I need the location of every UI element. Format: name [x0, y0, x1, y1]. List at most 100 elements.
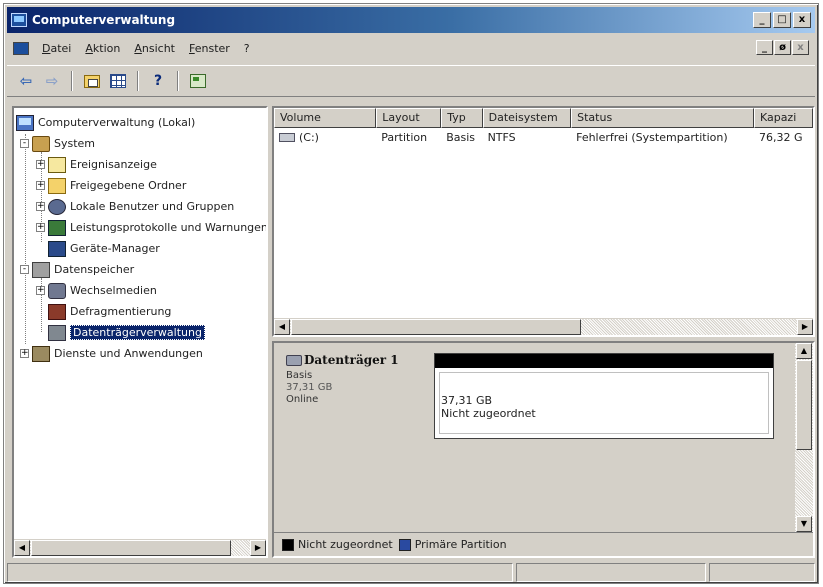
- tree-item[interactable]: + Dienste und Anwendungen: [14, 343, 266, 364]
- disk-vertical-scrollbar[interactable]: ▲ ▼: [795, 343, 813, 532]
- volume-list-pane[interactable]: Volume Layout Typ Dateisystem Status Kap…: [272, 106, 815, 337]
- expand-icon[interactable]: +: [20, 349, 29, 358]
- expand-icon[interactable]: +: [36, 286, 45, 295]
- status-bar: [7, 563, 815, 583]
- disk-graphical-pane[interactable]: Datenträger 1 Basis 37,31 GB Online 37,3…: [272, 341, 815, 558]
- filesystem-cell: NTFS: [487, 130, 516, 144]
- console-tree-icon: [110, 74, 126, 88]
- scroll-thumb[interactable]: [291, 319, 581, 335]
- up-folder-button[interactable]: [81, 70, 103, 92]
- scroll-thumb[interactable]: [796, 360, 812, 450]
- column-typ[interactable]: Typ: [441, 108, 483, 128]
- tree-item-label: Wechselmedien: [70, 284, 157, 297]
- disk-size: 37,31 GB: [286, 382, 333, 393]
- tree-item-label: Dienste und Anwendungen: [54, 347, 203, 360]
- mdi-restore-button[interactable]: ø: [774, 40, 791, 55]
- tree-item[interactable]: + Lokale Benutzer und Gruppen: [14, 196, 266, 217]
- mdi-minimize-button[interactable]: _: [756, 40, 773, 55]
- layout-cell: Partition: [381, 130, 428, 144]
- expand-icon[interactable]: +: [36, 160, 45, 169]
- tree-item[interactable]: - System: [14, 133, 266, 154]
- column-layout[interactable]: Layout: [376, 108, 442, 128]
- menu-datei[interactable]: Datei: [35, 42, 78, 55]
- window-title: Computerverwaltung: [32, 13, 176, 27]
- unallocated-volume-box[interactable]: 37,31 GB Nicht zugeordnet: [434, 353, 774, 439]
- expand-icon[interactable]: +: [36, 181, 45, 190]
- menu-ansicht[interactable]: Ansicht: [127, 42, 182, 55]
- toolbar: ⇦ ⇨ ?: [7, 65, 815, 97]
- tree-item[interactable]: Defragmentierung: [14, 301, 266, 322]
- tree-horizontal-scrollbar[interactable]: ◀ ▶: [14, 539, 266, 556]
- scroll-right-button[interactable]: ▶: [797, 319, 813, 335]
- scroll-up-button[interactable]: ▲: [796, 343, 812, 359]
- tree-item-label: Datenträgerverwaltung: [70, 325, 205, 340]
- tree-item[interactable]: + Wechselmedien: [14, 280, 266, 301]
- legend-label-unallocated: Nicht zugeordnet: [298, 538, 393, 551]
- back-arrow-icon[interactable]: ⇦: [15, 70, 37, 92]
- column-kapazitaet[interactable]: Kapazi: [753, 108, 813, 128]
- disk-state: Online: [286, 394, 319, 405]
- mdi-document-icon[interactable]: [13, 41, 29, 55]
- close-button[interactable]: x: [793, 12, 811, 28]
- capacity-cell: 76,32 G: [758, 130, 803, 144]
- console-tree-pane[interactable]: Computerverwaltung (Lokal) - System + Ereig…: [12, 106, 268, 558]
- menu-fenster[interactable]: Fenster: [182, 42, 237, 55]
- tree-item[interactable]: + Leistungsprotokolle und Warnungen: [14, 217, 266, 238]
- tree-item-label: Ereignisanzeige: [70, 158, 157, 171]
- legend-label-primary: Primäre Partition: [414, 538, 507, 551]
- scroll-thumb[interactable]: [31, 540, 231, 556]
- properties-button[interactable]: [187, 70, 209, 92]
- help-button[interactable]: ?: [147, 70, 169, 92]
- scroll-down-button[interactable]: ▼: [796, 516, 812, 532]
- tree-item[interactable]: Datenträgerverwaltung: [14, 322, 266, 343]
- properties-icon: [190, 74, 206, 88]
- maximize-button[interactable]: □: [773, 12, 791, 28]
- volume-row[interactable]: (C:) Partition Basis NTFS Fehlerfrei (Sy…: [274, 128, 813, 146]
- event-viewer-icon: [48, 156, 66, 173]
- disk-management-icon: [48, 324, 66, 341]
- scroll-right-button[interactable]: ▶: [250, 540, 266, 556]
- menu-aktion[interactable]: Aktion: [78, 42, 127, 55]
- legend-swatch-primary: [398, 538, 411, 551]
- unallocated-bar: [435, 354, 773, 368]
- volume-name: (C:): [299, 130, 319, 144]
- tree-item-label: Lokale Benutzer und Gruppen: [70, 200, 235, 213]
- menu-bar: Datei Aktion Ansicht Fenster ? _ ø x: [7, 37, 815, 59]
- removable-media-icon: [48, 282, 66, 299]
- disk-type: Basis: [286, 370, 313, 381]
- status-cell-main: [7, 563, 513, 582]
- shared-folder-icon: [48, 177, 66, 194]
- minimize-button[interactable]: _: [753, 12, 771, 28]
- tree-item[interactable]: Geräte-Manager: [14, 238, 266, 259]
- tree-item[interactable]: + Freigegebene Ordner: [14, 175, 266, 196]
- tree-item-label: Defragmentierung: [70, 305, 172, 318]
- list-horizontal-scrollbar[interactable]: ◀ ▶: [274, 318, 813, 335]
- computer-icon: [16, 114, 34, 131]
- show-tree-button[interactable]: [107, 70, 129, 92]
- column-status[interactable]: Status: [571, 108, 754, 128]
- expand-icon[interactable]: +: [36, 223, 45, 232]
- expand-icon[interactable]: +: [36, 202, 45, 211]
- toolbar-separator: [71, 71, 73, 91]
- disk-icon: [286, 354, 302, 366]
- collapse-icon[interactable]: -: [20, 139, 29, 148]
- tree-item[interactable]: - Datenspeicher: [14, 259, 266, 280]
- help-icon: ?: [153, 73, 163, 89]
- defrag-icon: [48, 303, 66, 320]
- forward-arrow-icon[interactable]: ⇨: [41, 70, 63, 92]
- disk-info-panel[interactable]: Datenträger 1 Basis 37,31 GB Online: [278, 349, 428, 439]
- volume-cell: (C:): [274, 131, 376, 144]
- title-bar[interactable]: Computerverwaltung _ □ x: [7, 7, 815, 33]
- column-volume[interactable]: Volume: [274, 108, 377, 128]
- scroll-left-button[interactable]: ◀: [14, 540, 30, 556]
- tree-item[interactable]: + Ereignisanzeige: [14, 154, 266, 175]
- tree-item-root[interactable]: Computerverwaltung (Lokal): [14, 112, 266, 133]
- column-dateisystem[interactable]: Dateisystem: [482, 108, 572, 128]
- tree-item-label: Leistungsprotokolle und Warnungen: [70, 221, 266, 234]
- users-icon: [48, 198, 66, 215]
- mdi-close-button[interactable]: x: [792, 40, 809, 55]
- collapse-icon[interactable]: -: [20, 265, 29, 274]
- scroll-left-button[interactable]: ◀: [274, 319, 290, 335]
- menu-help[interactable]: ?: [237, 42, 257, 55]
- system-tools-icon: [32, 135, 50, 152]
